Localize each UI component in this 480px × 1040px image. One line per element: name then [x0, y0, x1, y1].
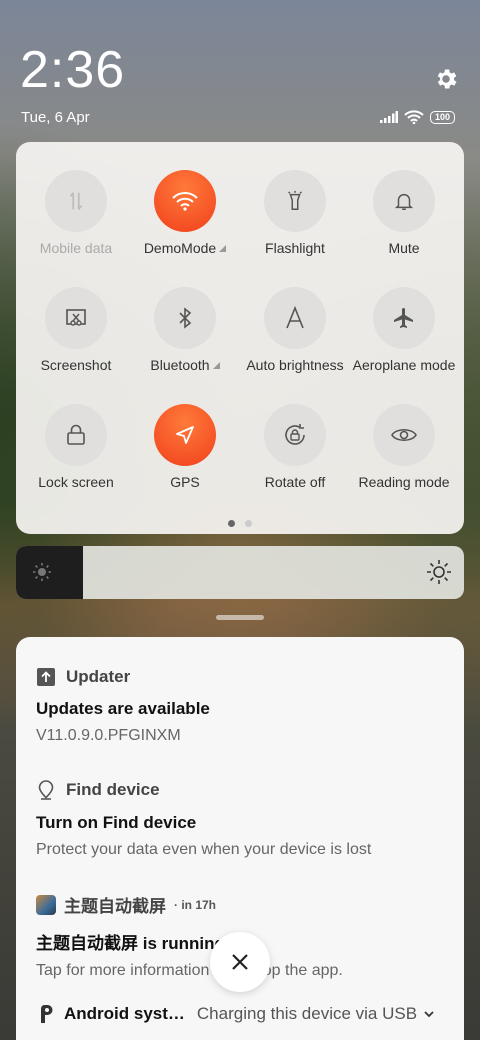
brightness-low-icon — [33, 563, 51, 581]
tile-gps[interactable]: GPS — [130, 376, 240, 490]
tile-bluetooth[interactable]: Bluetooth — [130, 259, 240, 373]
page-dot-1[interactable] — [228, 520, 235, 527]
clock: 2:36 — [20, 41, 126, 99]
notification-updater[interactable]: Updater Updates are available V11.0.9.0.… — [36, 667, 446, 745]
close-icon — [232, 954, 248, 970]
tile-flashlight[interactable]: Flashlight — [240, 142, 350, 256]
notification-android-system[interactable]: Android syst… Charging this device via U… — [36, 1004, 456, 1024]
brightness-high-icon — [427, 560, 451, 584]
date: Tue, 6 Apr — [21, 109, 90, 126]
upload-icon — [37, 668, 55, 686]
system-icons: 100 — [380, 110, 456, 124]
bluetooth-icon — [179, 307, 192, 329]
tile-reading-mode[interactable]: Reading mode — [349, 376, 459, 490]
battery-indicator: 100 — [430, 110, 456, 124]
tile-label: Mobile data — [39, 240, 113, 256]
chevron-down-icon[interactable] — [423, 1010, 435, 1018]
screenshot-icon — [66, 309, 86, 326]
tile-rotate-off[interactable]: Rotate off — [240, 376, 350, 490]
tile-auto-brightness[interactable]: Auto brightness — [240, 259, 350, 373]
notification-find-device[interactable]: Find device Turn on Find device Protect … — [36, 779, 446, 859]
app-icon — [36, 894, 56, 915]
notification-app-name: Find device — [66, 780, 160, 799]
tile-screenshot[interactable]: Screenshot — [21, 259, 131, 373]
clear-notifications-button[interactable] — [210, 932, 270, 992]
tile-label: Lock screen — [38, 474, 114, 490]
settings-gear-icon[interactable] — [433, 66, 459, 92]
notification-app-name: Updater — [66, 667, 131, 686]
lock-icon — [67, 424, 85, 445]
tile-demomode[interactable]: DemoMode — [130, 142, 240, 256]
notification-text: V11.0.9.0.PFGINXM — [36, 727, 181, 744]
tile-label: Aeroplane mode — [352, 357, 456, 373]
status-bar: 2:36 Tue, 6 Apr 100 — [0, 0, 480, 140]
tile-label: Mute — [388, 240, 420, 256]
page-indicator — [228, 520, 252, 527]
bell-icon — [394, 193, 414, 210]
flashlight-icon — [288, 190, 302, 210]
android-system-icon — [41, 1005, 53, 1023]
expand-triangle-icon — [212, 362, 220, 369]
auto-brightness-icon — [286, 306, 304, 329]
signal-icon — [380, 111, 398, 123]
tile-aeroplane-mode[interactable]: Aeroplane mode — [349, 259, 459, 373]
notification-text: Charging this device via USB — [196, 1004, 418, 1023]
notification-app-name: Android syst… — [64, 1004, 185, 1023]
wifi-status-icon — [404, 110, 424, 124]
notification-text: Protect your data even when your device … — [36, 841, 372, 858]
tile-mobile-data[interactable]: Mobile data — [21, 142, 131, 256]
tile-label: Flashlight — [265, 240, 325, 256]
rotate-lock-icon — [285, 424, 305, 445]
tile-label: Reading mode — [358, 474, 450, 490]
tile-lock-screen[interactable]: Lock screen — [21, 376, 131, 490]
drag-handle[interactable] — [216, 615, 264, 620]
tile-label: DemoMode — [143, 240, 217, 256]
notification-app-name: 主题自动截屏 — [64, 897, 166, 916]
location-pin-icon — [38, 780, 54, 800]
quick-settings-panel: Mobile data DemoMode Flashlight Mute Scr… — [16, 142, 464, 534]
page-dot-2[interactable] — [245, 520, 252, 527]
mobile-data-icon — [69, 192, 83, 210]
gps-icon — [176, 426, 194, 444]
tile-label: Rotate off — [264, 474, 326, 490]
wifi-icon — [172, 192, 198, 211]
expand-triangle-icon — [219, 245, 227, 252]
tile-label: GPS — [170, 474, 200, 490]
tile-label: Auto brightness — [246, 357, 344, 373]
brightness-slider[interactable] — [16, 546, 464, 599]
eye-icon — [391, 428, 417, 442]
airplane-icon — [394, 308, 413, 328]
notification-time: · in 17h — [174, 897, 217, 912]
tile-label: Bluetooth — [150, 357, 210, 373]
notification-title: Updates are available — [36, 699, 210, 718]
notification-title: Turn on Find device — [36, 813, 197, 832]
tile-mute[interactable]: Mute — [349, 142, 459, 256]
tile-label: Screenshot — [40, 357, 112, 373]
